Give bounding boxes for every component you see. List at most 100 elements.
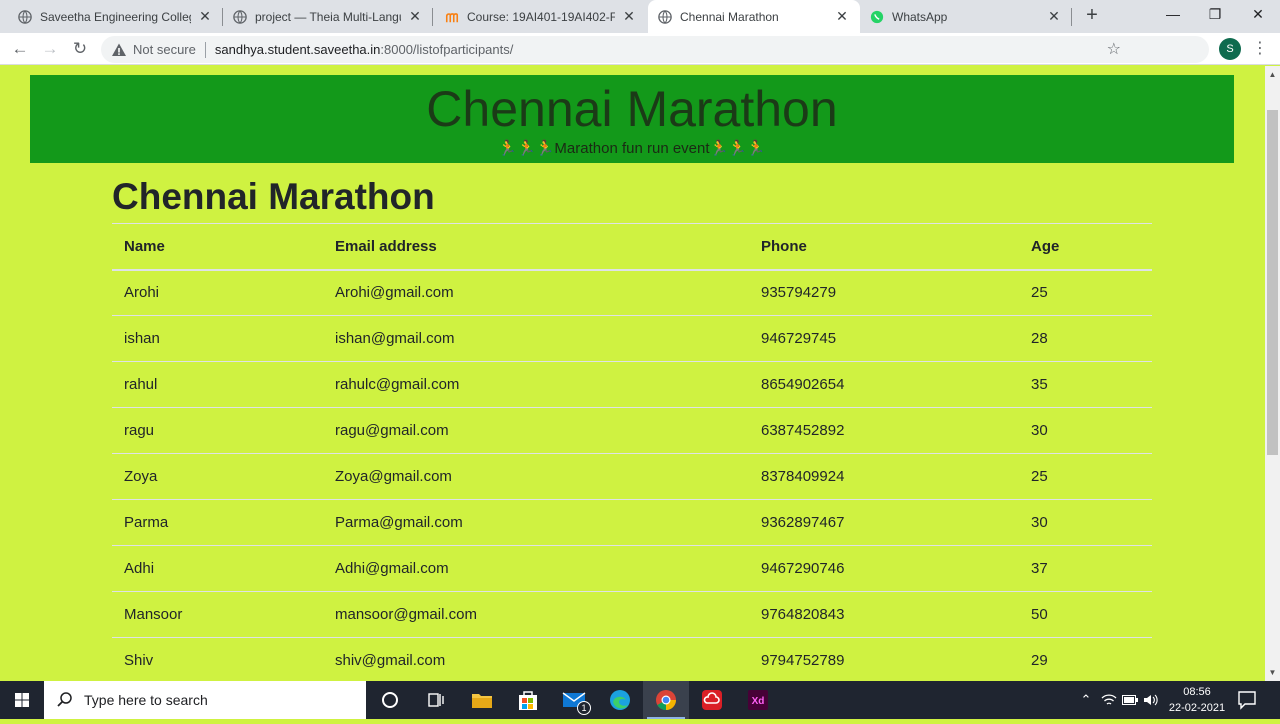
cell-phone: 8378409924 [749, 453, 1019, 500]
speaker-icon [1144, 694, 1158, 706]
tab-course[interactable]: Course: 19AI401-19AI402-Fund ✕ [435, 0, 647, 33]
forward-button[interactable]: → [39, 38, 61, 60]
scroll-down-arrow-icon[interactable]: ▼ [1265, 666, 1280, 680]
address-bar-row: ← → ↻ Not secure sandhya.student.saveeth… [0, 33, 1280, 65]
globe-icon [658, 9, 672, 24]
mail-badge: 1 [577, 701, 591, 715]
banner-subtitle: 🏃🏃🏃Marathon fun run event🏃🏃🏃 [498, 140, 766, 157]
url-omnibox[interactable]: Not secure sandhya.student.saveetha.in:8… [101, 36, 1209, 63]
cell-email: Zoya@gmail.com [323, 453, 749, 500]
table-row: Parma Parma@gmail.com 9362897467 30 [112, 499, 1152, 546]
page-scrollbar[interactable]: ▲ ▼ [1265, 66, 1280, 681]
tab-project-theia[interactable]: project — Theia Multi-Language ✕ [223, 0, 433, 33]
tab-label: WhatsApp [892, 9, 948, 24]
edge-button[interactable] [597, 681, 643, 719]
scrollbar-thumb[interactable] [1267, 110, 1278, 455]
cell-email: mansoor@gmail.com [323, 591, 749, 638]
cell-email: Arohi@gmail.com [323, 269, 749, 316]
start-button[interactable] [0, 681, 44, 719]
chrome-button[interactable] [643, 681, 689, 719]
volume-icon[interactable] [1142, 681, 1160, 719]
file-explorer-button[interactable] [459, 681, 505, 719]
search-icon [57, 692, 72, 707]
cortana-button[interactable] [367, 681, 413, 719]
scroll-up-arrow-icon[interactable]: ▲ [1265, 68, 1280, 82]
tab-label: Chennai Marathon [680, 9, 779, 24]
close-icon[interactable]: ✕ [1046, 8, 1062, 25]
clock-date: 22-02-2021 [1168, 702, 1226, 714]
clock-time: 08:56 [1183, 686, 1211, 698]
reload-button[interactable]: ↻ [69, 38, 91, 60]
cell-name: Adhi [112, 545, 323, 592]
cell-age: 25 [1019, 269, 1152, 316]
task-view-button[interactable] [413, 681, 459, 719]
action-center-button[interactable] [1236, 690, 1258, 710]
participants-table: Name Email address Phone Age Arohi Arohi@… [112, 223, 1152, 681]
globe-icon [233, 9, 247, 24]
close-window-button[interactable]: ✕ [1235, 0, 1280, 30]
divider [204, 41, 206, 58]
security-label[interactable]: Not secure [133, 42, 196, 57]
close-icon[interactable]: ✕ [834, 8, 850, 25]
tab-chennai-marathon[interactable]: Chennai Marathon ✕ [648, 0, 860, 33]
tray-chevron-icon[interactable]: ⌃ [1078, 681, 1094, 719]
battery-icon[interactable] [1121, 681, 1139, 719]
windows-logo-icon [15, 693, 29, 707]
table-row: Adhi Adhi@gmail.com 9467290746 37 [112, 545, 1152, 592]
cell-name: Parma [112, 499, 323, 546]
folder-icon [472, 694, 492, 708]
microsoft-store-button[interactable] [505, 681, 551, 719]
cell-name: rahul [112, 361, 323, 408]
cell-phone: 946729745 [749, 315, 1019, 362]
cell-email: ragu@gmail.com [323, 407, 749, 454]
cell-phone: 9467290746 [749, 545, 1019, 592]
cell-email: ishan@gmail.com [323, 315, 749, 362]
cell-name: Mansoor [112, 591, 323, 638]
page-viewport: Chennai Marathon 🏃🏃🏃Marathon fun run eve… [0, 66, 1265, 681]
restore-button[interactable]: ❐ [1192, 0, 1238, 30]
adobe-xd-icon: Xd [748, 690, 768, 710]
close-icon[interactable]: ✕ [197, 8, 213, 25]
cell-age: 50 [1019, 591, 1152, 638]
back-button[interactable]: ← [9, 38, 31, 60]
cell-age: 29 [1019, 637, 1152, 681]
system-clock[interactable]: 08:56 22-02-2021 [1167, 684, 1227, 716]
header-banner: Chennai Marathon 🏃🏃🏃Marathon fun run eve… [30, 75, 1234, 163]
url-path: :8000/listofparticipants/ [380, 42, 514, 57]
creative-cloud-button[interactable] [689, 681, 735, 719]
mail-button[interactable]: 1 [551, 681, 597, 719]
tab-label: project — Theia Multi-Language [255, 9, 401, 24]
cell-email: Adhi@gmail.com [323, 545, 749, 592]
tab-strip: Saveetha Engineering College ✕ project —… [0, 0, 1280, 33]
close-icon[interactable]: ✕ [621, 8, 637, 25]
tab-saveetha[interactable]: Saveetha Engineering College ✕ [8, 0, 223, 33]
table-row: ragu ragu@gmail.com 6387452892 30 [112, 407, 1152, 454]
wifi-icon[interactable] [1100, 681, 1118, 719]
header-age: Age [1019, 223, 1152, 271]
profile-avatar[interactable]: S [1219, 38, 1241, 60]
taskbar-search-box[interactable]: Type here to search [44, 681, 366, 719]
cell-name: ishan [112, 315, 323, 362]
url-host: sandhya.student.saveetha.in [214, 42, 381, 57]
tab-whatsapp[interactable]: WhatsApp ✕ [860, 0, 1072, 33]
bookmark-star-icon[interactable]: ☆ [1107, 36, 1121, 63]
whatsapp-icon [870, 10, 884, 23]
notification-icon [1238, 691, 1256, 710]
table-row: Shiv shiv@gmail.com 9794752789 29 [112, 637, 1152, 681]
minimize-button[interactable]: — [1150, 0, 1196, 30]
table-row: Zoya Zoya@gmail.com 8378409924 25 [112, 453, 1152, 500]
header-email: Email address [323, 223, 749, 271]
cell-phone: 6387452892 [749, 407, 1019, 454]
menu-dots-icon[interactable]: ⋮ [1252, 38, 1268, 60]
edge-icon [610, 690, 630, 710]
banner-title: Chennai Marathon [426, 81, 838, 137]
tab-separator [1071, 8, 1072, 26]
warning-icon[interactable] [111, 42, 127, 58]
cell-age: 35 [1019, 361, 1152, 408]
table-row: ishan ishan@gmail.com 946729745 28 [112, 315, 1152, 362]
table-header-row: Name Email address Phone Age [112, 223, 1152, 271]
close-icon[interactable]: ✕ [407, 8, 423, 25]
svg-text:Xd: Xd [752, 696, 765, 707]
adobe-xd-button[interactable]: Xd [735, 681, 781, 719]
new-tab-button[interactable]: + [1081, 4, 1103, 28]
